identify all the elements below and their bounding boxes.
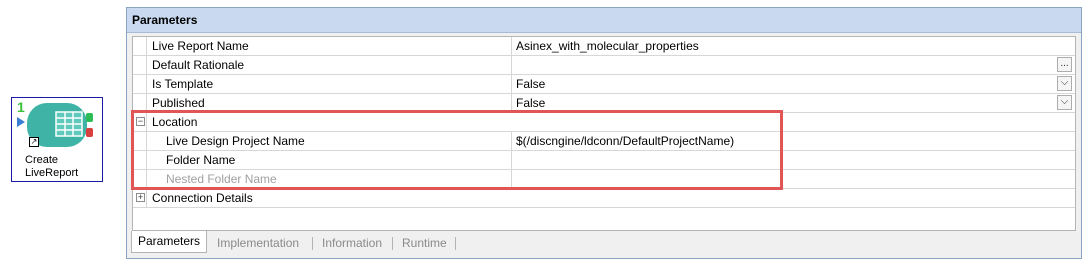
row-gutter — [133, 170, 146, 188]
row-gutter — [133, 56, 146, 74]
property-row-live-design-project-name[interactable]: Live Design Project Name $(/discngine/ld… — [133, 132, 1075, 151]
property-row-nested-folder-name[interactable]: Nested Folder Name — [133, 170, 1075, 189]
row-gutter — [133, 75, 146, 93]
tab-separator — [312, 237, 313, 250]
tab-separator — [455, 237, 456, 250]
tab-parameters[interactable]: Parameters — [131, 231, 208, 253]
expand-icon[interactable]: + — [136, 193, 145, 202]
published-select[interactable]: False ⌵ — [512, 94, 1075, 112]
node-label: Create LiveReport — [25, 154, 78, 180]
table-icon — [55, 111, 83, 137]
group-name: Location — [146, 113, 1075, 131]
property-row-published[interactable]: Published False ⌵ — [133, 94, 1075, 113]
row-gutter — [133, 151, 146, 169]
group-row-connection-details[interactable]: + Connection Details — [133, 189, 1075, 208]
property-name: Live Design Project Name — [146, 132, 512, 150]
node-label-line1: Create — [25, 154, 59, 166]
tab-separator — [392, 237, 393, 250]
collapse-icon[interactable]: − — [136, 117, 145, 126]
tab-strip: Parameters Implementation Information Ru… — [131, 231, 1075, 255]
shortcut-arrow-icon: ↗ — [29, 137, 39, 147]
row-gutter — [133, 37, 146, 55]
chevron-down-icon[interactable]: ⌵ — [1057, 76, 1072, 91]
nested-folder-name-field[interactable] — [512, 170, 1075, 188]
create-livereport-node[interactable]: 1 ↗ Create LiveReport — [11, 97, 103, 182]
property-row-folder-name[interactable]: Folder Name — [133, 151, 1075, 170]
is-template-select[interactable]: False ⌵ — [512, 75, 1075, 93]
row-gutter — [133, 132, 146, 150]
node-count-badge: 1 — [17, 99, 25, 115]
property-name: Live Report Name — [146, 37, 512, 55]
live-report-name-field[interactable]: Asinex_with_molecular_properties — [512, 37, 1075, 55]
chevron-down-icon[interactable]: ⌵ — [1057, 95, 1072, 110]
ellipsis-button[interactable]: ... — [1057, 57, 1072, 72]
tab-information[interactable]: Information — [316, 233, 388, 253]
node-label-line2: LiveReport — [25, 167, 79, 179]
row-gutter — [133, 94, 146, 112]
row-gutter: + — [133, 189, 146, 207]
tab-implementation[interactable]: Implementation — [211, 233, 305, 253]
property-name: Is Template — [146, 75, 512, 93]
live-design-project-name-field[interactable]: $(/discngine/ldconn/DefaultProjectName) — [512, 132, 1075, 150]
is-template-value: False — [516, 77, 546, 91]
row-gutter: − — [133, 113, 146, 131]
property-row-live-report-name[interactable]: Live Report Name Asinex_with_molecular_p… — [133, 37, 1075, 56]
property-row-default-rationale[interactable]: Default Rationale ... — [133, 56, 1075, 75]
output-port-error-icon[interactable] — [86, 128, 93, 137]
published-value: False — [516, 96, 546, 110]
parameters-panel: Parameters Live Report Name Asinex_with_… — [126, 7, 1082, 259]
default-rationale-field[interactable]: ... — [512, 56, 1075, 74]
property-name: Folder Name — [146, 151, 512, 169]
property-grid: Live Report Name Asinex_with_molecular_p… — [132, 36, 1076, 231]
property-row-is-template[interactable]: Is Template False ⌵ — [133, 75, 1075, 94]
folder-name-field[interactable] — [512, 151, 1075, 169]
property-name: Nested Folder Name — [146, 170, 512, 188]
group-name: Connection Details — [146, 189, 1075, 207]
output-port-success-icon[interactable] — [86, 113, 93, 122]
group-row-location[interactable]: − Location — [133, 113, 1075, 132]
property-name: Default Rationale — [146, 56, 512, 74]
property-name: Published — [146, 94, 512, 112]
tab-runtime[interactable]: Runtime — [396, 233, 453, 253]
panel-title: Parameters — [127, 8, 1081, 33]
input-port-icon[interactable] — [17, 117, 25, 127]
